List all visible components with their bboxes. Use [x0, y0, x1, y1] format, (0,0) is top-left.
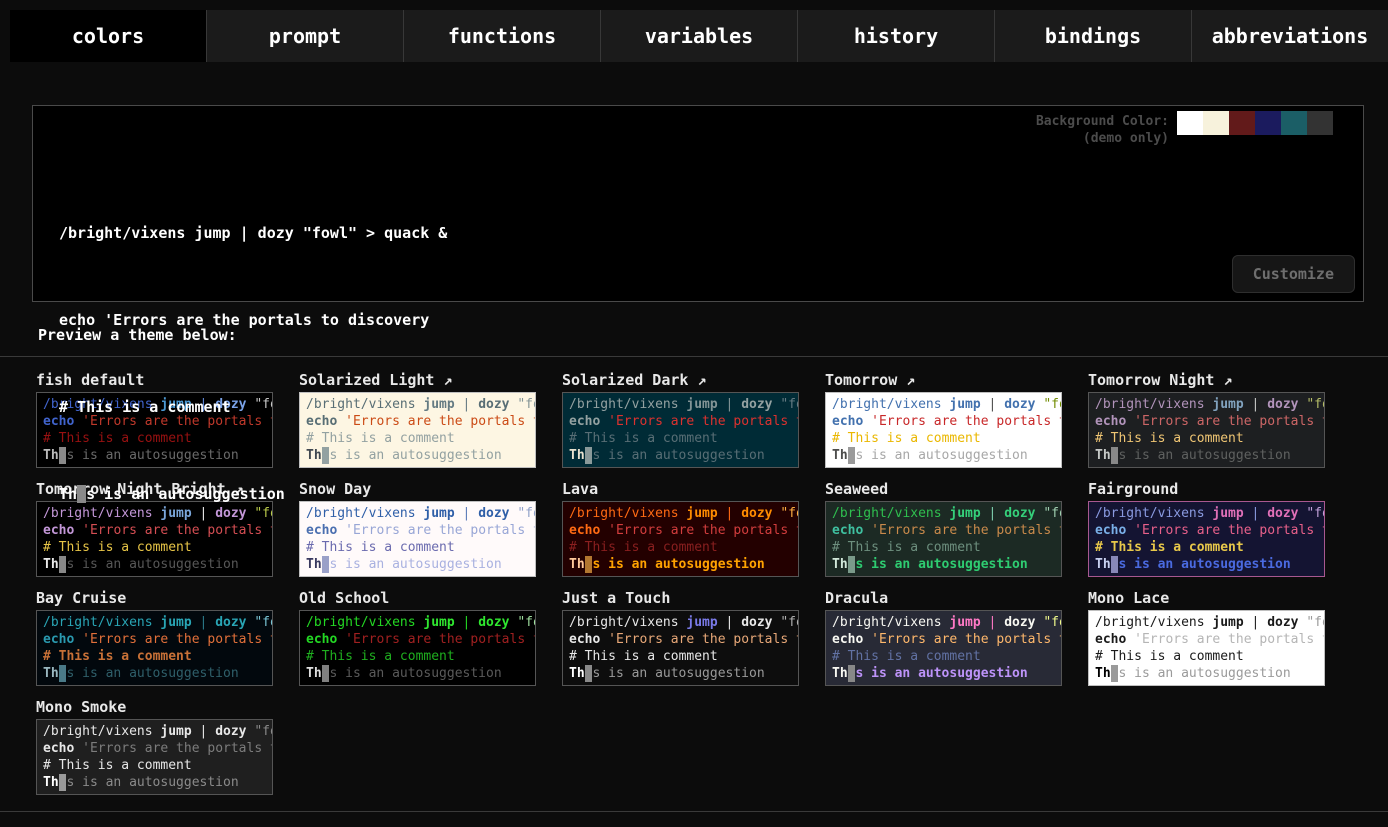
theme-sample-line: /bright/vixens jump | dozy "fowl" > quac… [43, 614, 266, 631]
theme-sample-line: # This is a comment [43, 648, 266, 665]
theme-title: Just a Touch [562, 589, 799, 607]
bg-swatch-4[interactable] [1281, 111, 1307, 135]
bg-swatches [1177, 111, 1359, 135]
theme-sample-line: This is an autosuggestion [306, 665, 529, 682]
cursor-block: i [77, 485, 86, 503]
theme-card-just-a-touch[interactable]: Just a Touch/bright/vixens jump | dozy "… [562, 589, 799, 686]
tab-prompt[interactable]: prompt [207, 10, 404, 62]
theme-card-dracula[interactable]: Dracula/bright/vixens jump | dozy "fowl"… [825, 589, 1062, 686]
theme-title: Mono Smoke [36, 698, 273, 716]
background-color-label-line1: Background Color: [1036, 113, 1169, 130]
theme-sample-line: # This is a comment [569, 648, 792, 665]
theme-sample-line: echo 'Errors are the portals to discover… [1095, 631, 1318, 648]
theme-sample-line: echo 'Errors are the portals to discover… [43, 740, 266, 757]
bg-swatch-5[interactable] [1307, 111, 1333, 135]
tab-history[interactable]: history [798, 10, 995, 62]
tab-colors[interactable]: colors [10, 10, 207, 62]
theme-sample-line: echo 'Errors are the portals to discover… [43, 631, 266, 648]
tab-variables[interactable]: variables [601, 10, 798, 62]
theme-sample-line: # This is a comment [306, 648, 529, 665]
theme-card-mono-lace[interactable]: Mono Lace/bright/vixens jump | dozy "fow… [1088, 589, 1325, 686]
theme-sample-box: /bright/vixens jump | dozy "fowl" > quac… [1088, 610, 1325, 686]
theme-sample-line: # This is a comment [43, 757, 266, 774]
tab-abbreviations[interactable]: abbreviations [1192, 10, 1388, 62]
background-color-controls: Background Color: (demo only) [1036, 111, 1359, 147]
theme-sample-line: echo 'Errors are the portals to discover… [832, 631, 1055, 648]
theme-title: Mono Lace [1088, 589, 1325, 607]
theme-title: Old School [299, 589, 536, 607]
sample-terminal-text: /bright/vixens jump | dozy "fowl" > quac… [33, 106, 1363, 567]
preview-line-comment: # This is a comment [59, 393, 1363, 422]
theme-sample-line: echo 'Errors are the portals to discover… [569, 631, 792, 648]
preview-line-command: /bright/vixens jump | dozy "fowl" > quac… [59, 219, 1363, 248]
theme-sample-line: /bright/vixens jump | dozy "fowl" > quac… [306, 614, 529, 631]
tab-bindings[interactable]: bindings [995, 10, 1192, 62]
tab-bar: colorspromptfunctionsvariableshistorybin… [0, 0, 1388, 62]
theme-sample-box: /bright/vixens jump | dozy "fowl" > quac… [36, 719, 273, 795]
preview-line-error: echo 'Errors are the portals to discover… [59, 306, 1363, 335]
background-color-label: Background Color: (demo only) [1036, 111, 1169, 147]
bottom-divider [0, 811, 1388, 812]
theme-sample-line: /bright/vixens jump | dozy "fowl" > quac… [43, 723, 266, 740]
theme-sample-line: This is an autosuggestion [43, 665, 266, 682]
theme-sample-line: # This is a comment [832, 648, 1055, 665]
bg-swatch-3[interactable] [1255, 111, 1281, 135]
bg-swatch-0[interactable] [1177, 111, 1203, 135]
bg-swatch-6[interactable] [1333, 111, 1359, 135]
theme-card-mono-smoke[interactable]: Mono Smoke/bright/vixens jump | dozy "fo… [36, 698, 273, 795]
theme-sample-box: /bright/vixens jump | dozy "fowl" > quac… [299, 610, 536, 686]
theme-sample-line: /bright/vixens jump | dozy "fowl" > quac… [832, 614, 1055, 631]
theme-sample-box: /bright/vixens jump | dozy "fowl" > quac… [562, 610, 799, 686]
background-color-label-line2: (demo only) [1036, 130, 1169, 147]
theme-sample-line: echo 'Errors are the portals to discover… [306, 631, 529, 648]
autosuggestion-text: s is an autosuggestion [86, 485, 285, 503]
theme-sample-line: /bright/vixens jump | dozy "fowl" > quac… [1095, 614, 1318, 631]
theme-card-old-school[interactable]: Old School/bright/vixens jump | dozy "fo… [299, 589, 536, 686]
theme-sample-line: This is an autosuggestion [832, 665, 1055, 682]
theme-title: Bay Cruise [36, 589, 273, 607]
preview-line-autosuggestion: This is an autosuggestion [59, 480, 1363, 509]
theme-sample-line: This is an autosuggestion [1095, 665, 1318, 682]
theme-sample-line: /bright/vixens jump | dozy "fowl" > quac… [569, 614, 792, 631]
bg-swatch-2[interactable] [1229, 111, 1255, 135]
theme-sample-line: This is an autosuggestion [569, 665, 792, 682]
theme-sample-line: This is an autosuggestion [43, 774, 266, 791]
typed-text: Th [59, 485, 77, 503]
customize-button[interactable]: Customize [1232, 255, 1355, 293]
bg-swatch-1[interactable] [1203, 111, 1229, 135]
theme-title: Dracula [825, 589, 1062, 607]
color-preview-panel: Background Color: (demo only) /bright/vi… [32, 105, 1364, 302]
theme-sample-box: /bright/vixens jump | dozy "fowl" > quac… [36, 610, 273, 686]
theme-card-bay-cruise[interactable]: Bay Cruise/bright/vixens jump | dozy "fo… [36, 589, 273, 686]
tab-functions[interactable]: functions [404, 10, 601, 62]
theme-sample-line: # This is a comment [1095, 648, 1318, 665]
theme-sample-box: /bright/vixens jump | dozy "fowl" > quac… [825, 610, 1062, 686]
